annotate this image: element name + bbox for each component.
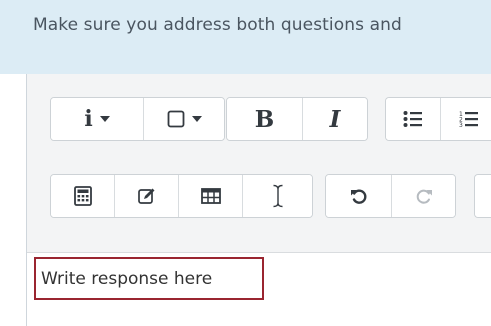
toolbar-group-lists: 1 2 3 (385, 97, 491, 141)
bold-button[interactable]: B (227, 98, 303, 140)
paragraph-style-menu-button[interactable] (144, 98, 224, 140)
unordered-list-button[interactable] (386, 98, 442, 140)
table-icon (200, 188, 221, 204)
info-icon: i (84, 106, 93, 132)
toolbar-group-format: B I (226, 97, 368, 141)
square-icon (167, 110, 184, 128)
numbered-list-icon: 1 2 3 (459, 111, 479, 128)
toolbar-overflow-button[interactable] (475, 175, 491, 217)
bold-icon: B (254, 105, 275, 133)
undo-button[interactable] (326, 175, 392, 217)
equation-button[interactable] (51, 175, 115, 217)
text-cursor-button[interactable] (243, 175, 312, 217)
toolbar-group-more (474, 174, 491, 218)
calculator-icon (73, 186, 92, 206)
edit-pencil-icon (137, 188, 154, 204)
redo-icon (416, 189, 432, 204)
instruction-text: Make sure you address both questions and (33, 15, 402, 35)
italic-icon: I (329, 105, 341, 133)
chevron-down-icon (99, 116, 110, 122)
italic-button[interactable]: I (303, 98, 367, 140)
text-cursor-icon (272, 184, 283, 208)
toolbar-group-style: i (50, 97, 225, 141)
bullet-list-icon (403, 111, 423, 127)
undo-icon (350, 189, 366, 204)
page: Make sure you address both questions and… (0, 0, 491, 326)
toolbar-group-insert (50, 174, 313, 218)
instruction-panel: Make sure you address both questions and (0, 0, 491, 74)
toolbar-group-history (325, 174, 456, 218)
ordered-list-button[interactable]: 1 2 3 (441, 98, 491, 140)
redo-button[interactable] (392, 175, 455, 217)
draw-button[interactable] (115, 175, 179, 217)
table-button[interactable] (179, 175, 243, 217)
chevron-down-icon (191, 116, 202, 122)
svg-text:3: 3 (459, 122, 463, 128)
info-menu-button[interactable]: i (51, 98, 144, 140)
response-placeholder[interactable]: Write response here (34, 257, 264, 300)
